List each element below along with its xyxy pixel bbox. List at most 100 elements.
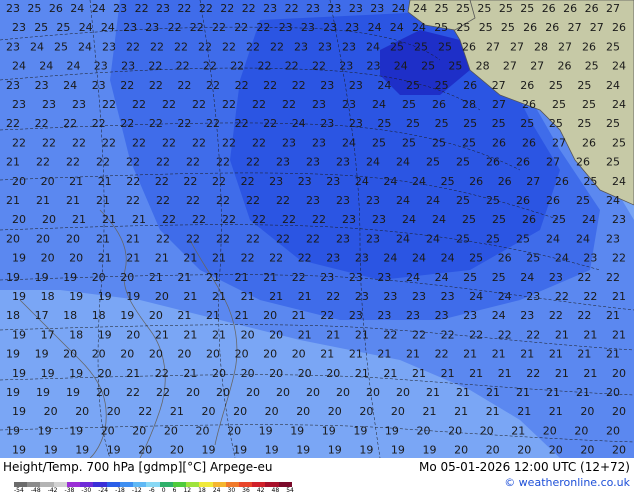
temperature-label: 22 — [526, 367, 540, 380]
temperature-label: 19 — [63, 271, 77, 284]
temperature-label: 21 — [606, 309, 620, 322]
temperature-label: 23 — [441, 290, 455, 303]
temperature-label: 22 — [312, 60, 326, 73]
temperature-label: 26 — [612, 21, 626, 34]
temperature-label: 23 — [326, 252, 340, 265]
temperature-label: 22 — [498, 328, 512, 341]
temperature-label: 22 — [63, 117, 77, 130]
temperature-label: 24 — [392, 2, 406, 15]
temperature-label: 23 — [339, 60, 353, 73]
temperature-label: 20 — [574, 424, 588, 437]
temperature-label: 22 — [126, 194, 140, 207]
temperature-label: 21 — [183, 290, 197, 303]
temperature-label: 19 — [66, 386, 80, 399]
temperature-label: 21 — [96, 232, 110, 245]
temperature-label: 22 — [285, 60, 299, 73]
credit-link[interactable]: © weatheronline.co.uk — [504, 476, 630, 489]
temperature-label: 21 — [463, 348, 477, 361]
temperature-label: 23 — [320, 117, 334, 130]
temperature-label: 24 — [612, 60, 626, 73]
temperature-label: 25 — [54, 40, 68, 53]
temperature-label: 22 — [92, 117, 106, 130]
temperature-label: 24 — [426, 194, 440, 207]
temperature-label: 20 — [170, 444, 184, 457]
temperature-label: 21 — [546, 386, 560, 399]
temperature-label: 21 — [383, 367, 397, 380]
temperature-label: 20 — [216, 386, 230, 399]
temperature-label: 26 — [582, 40, 596, 53]
temperature-label: 20 — [263, 348, 277, 361]
temperature-label: 19 — [12, 328, 26, 341]
temperature-label: 25 — [492, 213, 506, 226]
temperature-label: 27 — [510, 40, 524, 53]
temperature-label: 22 — [183, 175, 197, 188]
valid-time: Mo 05-01-2026 12:00 UTC (12+72) — [418, 460, 630, 474]
temperature-label: 23 — [6, 2, 20, 15]
temperature-label: 21 — [183, 328, 197, 341]
temperature-label: 23 — [463, 309, 477, 322]
temperature-label: 24 — [426, 232, 440, 245]
temperature-label: 25 — [34, 21, 48, 34]
temperature-label: 21 — [612, 328, 626, 341]
temperature-label: 21 — [516, 386, 530, 399]
temperature-label: 27 — [486, 40, 500, 53]
temperature-label: 21 — [412, 367, 426, 380]
temperature-label: 26 — [523, 21, 537, 34]
temperature-label: 24 — [396, 194, 410, 207]
temperature-label: 22 — [306, 232, 320, 245]
temperature-label: 20 — [92, 271, 106, 284]
temperature-label: 22 — [263, 79, 277, 92]
temperature-label: 20 — [66, 232, 80, 245]
map-area: 23 25 26 24 24 23 22 23 22 22 22 22 23 22 23 23 23 23 24 24… — [0, 0, 634, 458]
temperature-label: 22 — [132, 98, 146, 111]
temperature-label: 24 — [606, 194, 620, 207]
temperature-label: 23 — [12, 21, 26, 34]
temperature-label: 26 — [49, 2, 63, 15]
temperature-label: 23 — [269, 175, 283, 188]
temperature-label: 22 — [36, 156, 50, 169]
temperature-label: 20 — [107, 405, 121, 418]
temperature-label: 19 — [423, 444, 437, 457]
colorbar-tick: 42 — [256, 487, 265, 494]
temperature-label: 25 — [435, 79, 449, 92]
temperature-label: 21 — [126, 232, 140, 245]
colorbar-tick: 30 — [227, 487, 236, 494]
temperature-label: 19 — [359, 444, 373, 457]
temperature-label: 23 — [102, 40, 116, 53]
temperature-label: 21 — [269, 290, 283, 303]
temperature-label: 22 — [190, 21, 204, 34]
temperature-label: 23 — [526, 290, 540, 303]
temperature-label: 22 — [176, 60, 190, 73]
temperature-label: 22 — [135, 2, 149, 15]
temperature-label: 26 — [522, 98, 536, 111]
temperature-label: 25 — [27, 2, 41, 15]
temperature-label: 20 — [241, 328, 255, 341]
temperature-label: 22 — [126, 40, 140, 53]
temperature-label: 26 — [498, 252, 512, 265]
temperature-label: 22 — [269, 252, 283, 265]
temperature-label: 20 — [63, 348, 77, 361]
temperature-label: 22 — [583, 290, 597, 303]
temperature-label: 20 — [549, 444, 563, 457]
temperature-label: 22 — [203, 60, 217, 73]
temperature-label: 20 — [580, 405, 594, 418]
temperature-label: 20 — [120, 348, 134, 361]
temperature-label: 23 — [42, 98, 56, 111]
temperature-label: 24 — [412, 21, 426, 34]
temperature-label: 25 — [606, 117, 620, 130]
temperature-label: 19 — [322, 424, 336, 437]
temperature-label: 21 — [149, 271, 163, 284]
temperature-label: 22 — [222, 40, 236, 53]
temperature-label: 22 — [435, 348, 449, 361]
temperature-label: 24 — [555, 252, 569, 265]
temperature-label: 22 — [12, 136, 26, 149]
temperature-label: 22 — [242, 2, 256, 15]
temperature-label: 21 — [6, 156, 20, 169]
temperature-label: 21 — [486, 405, 500, 418]
temperature-label: 22 — [102, 98, 116, 111]
temperature-label: 22 — [230, 60, 244, 73]
temperature-label: 21 — [549, 405, 563, 418]
temperature-label: 21 — [456, 386, 470, 399]
colorbar-tick: -54 — [14, 487, 24, 494]
temperature-label: 22 — [222, 98, 236, 111]
